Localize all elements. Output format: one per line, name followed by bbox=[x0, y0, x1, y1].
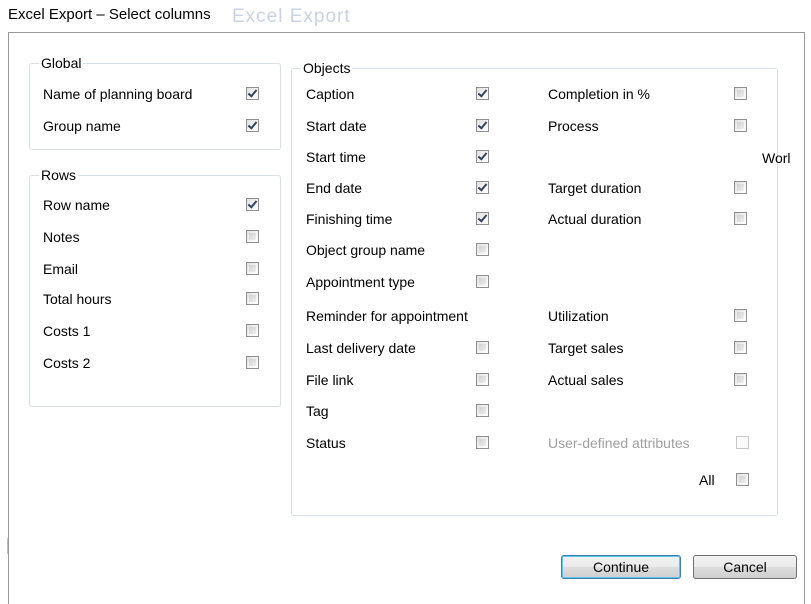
objects-item-appointment-type-label: Appointment type bbox=[306, 274, 415, 290]
objects-item-tag-checkbox[interactable] bbox=[476, 404, 489, 417]
objects-all-checkbox[interactable] bbox=[736, 473, 749, 486]
objects-item-finishing-time-label: Finishing time bbox=[306, 211, 393, 227]
objects-item-object-group-name-label: Object group name bbox=[306, 242, 426, 258]
objects-item-process-checkbox[interactable] bbox=[734, 119, 747, 132]
rows-item-total-hours-checkbox[interactable] bbox=[246, 292, 259, 305]
objects-item-status-checkbox[interactable] bbox=[476, 436, 489, 449]
rows-item-costs-2-checkbox[interactable] bbox=[246, 356, 259, 369]
objects-item-caption-checkbox[interactable] bbox=[476, 87, 489, 100]
dialog: Global Name of planning board Group name… bbox=[8, 32, 805, 604]
rows-item-costs-1-label: Costs 1 bbox=[43, 323, 91, 339]
objects-item-file-link-checkbox[interactable] bbox=[476, 373, 489, 386]
objects-item-last-delivery-date-label: Last delivery date bbox=[306, 340, 416, 356]
rows-item-costs-1-checkbox[interactable] bbox=[246, 324, 259, 337]
objects-item-appointment-type-checkbox[interactable] bbox=[476, 275, 489, 288]
window-title: Excel Export – Select columns bbox=[8, 6, 211, 23]
left-edge-divider bbox=[7, 538, 8, 554]
objects-item-file-link-label: File link bbox=[306, 372, 354, 388]
objects-item-actual-sales-label: Actual sales bbox=[548, 372, 624, 388]
objects-item-end-date-checkbox[interactable] bbox=[476, 181, 489, 194]
objects-item-status-label: Status bbox=[306, 435, 346, 451]
objects-item-completion-label: Completion in % bbox=[548, 86, 650, 102]
objects-item-utilization-checkbox[interactable] bbox=[734, 309, 747, 322]
global-group: Global bbox=[29, 55, 281, 150]
objects-item-truncated-label: Worl bbox=[762, 150, 791, 166]
objects-item-process-label: Process bbox=[548, 118, 599, 134]
objects-all-label: All bbox=[699, 472, 715, 488]
objects-item-finishing-time-checkbox[interactable] bbox=[476, 212, 489, 225]
objects-item-start-date-checkbox[interactable] bbox=[476, 119, 489, 132]
global-item-name-of-planning-board-label: Name of planning board bbox=[43, 86, 193, 102]
rows-item-email-label: Email bbox=[43, 261, 79, 277]
objects-item-caption-label: Caption bbox=[306, 86, 355, 102]
global-item-name-of-planning-board-checkbox[interactable] bbox=[246, 87, 259, 100]
rows-item-costs-2-label: Costs 2 bbox=[43, 355, 91, 371]
rows-item-total-hours-label: Total hours bbox=[43, 291, 112, 307]
objects-item-actual-duration-label: Actual duration bbox=[548, 211, 642, 227]
objects-item-actual-duration-checkbox[interactable] bbox=[734, 212, 747, 225]
background-window-title: Excel Export bbox=[232, 6, 351, 27]
objects-item-last-delivery-date-checkbox[interactable] bbox=[476, 341, 489, 354]
objects-item-object-group-name-checkbox[interactable] bbox=[476, 243, 489, 256]
objects-item-actual-sales-checkbox[interactable] bbox=[734, 373, 747, 386]
rows-item-email-checkbox[interactable] bbox=[246, 262, 259, 275]
objects-item-utilization-label: Utilization bbox=[548, 308, 609, 324]
cancel-button[interactable]: Cancel bbox=[693, 555, 797, 579]
objects-group: Objects bbox=[291, 60, 778, 516]
objects-item-end-date-label: End date bbox=[306, 180, 363, 196]
objects-item-target-duration-checkbox[interactable] bbox=[734, 181, 747, 194]
objects-item-completion-checkbox[interactable] bbox=[734, 87, 747, 100]
objects-group-caption: Objects bbox=[301, 60, 353, 76]
objects-item-start-time-checkbox[interactable] bbox=[476, 150, 489, 163]
objects-item-start-date-label: Start date bbox=[306, 118, 367, 134]
rows-item-notes-checkbox[interactable] bbox=[246, 230, 259, 243]
objects-item-tag-label: Tag bbox=[306, 403, 329, 419]
objects-item-target-sales-checkbox[interactable] bbox=[734, 341, 747, 354]
objects-item-target-sales-label: Target sales bbox=[548, 340, 624, 356]
rows-item-notes-label: Notes bbox=[43, 229, 80, 245]
objects-item-target-duration-label: Target duration bbox=[548, 180, 642, 196]
global-group-caption: Global bbox=[39, 55, 84, 71]
objects-item-user-defined-attributes-label: User-defined attributes bbox=[548, 435, 690, 451]
objects-item-reminder-for-appointment-label: Reminder for appointment bbox=[306, 308, 468, 324]
objects-item-start-time-label: Start time bbox=[306, 149, 366, 165]
rows-group-caption: Rows bbox=[39, 167, 79, 183]
global-item-group-name-label: Group name bbox=[43, 118, 121, 134]
objects-item-user-defined-attributes-checkbox bbox=[736, 436, 749, 449]
global-item-group-name-checkbox[interactable] bbox=[246, 119, 259, 132]
rows-item-row-name-checkbox[interactable] bbox=[246, 198, 259, 211]
continue-button[interactable]: Continue bbox=[561, 555, 681, 579]
rows-item-row-name-label: Row name bbox=[43, 197, 110, 213]
